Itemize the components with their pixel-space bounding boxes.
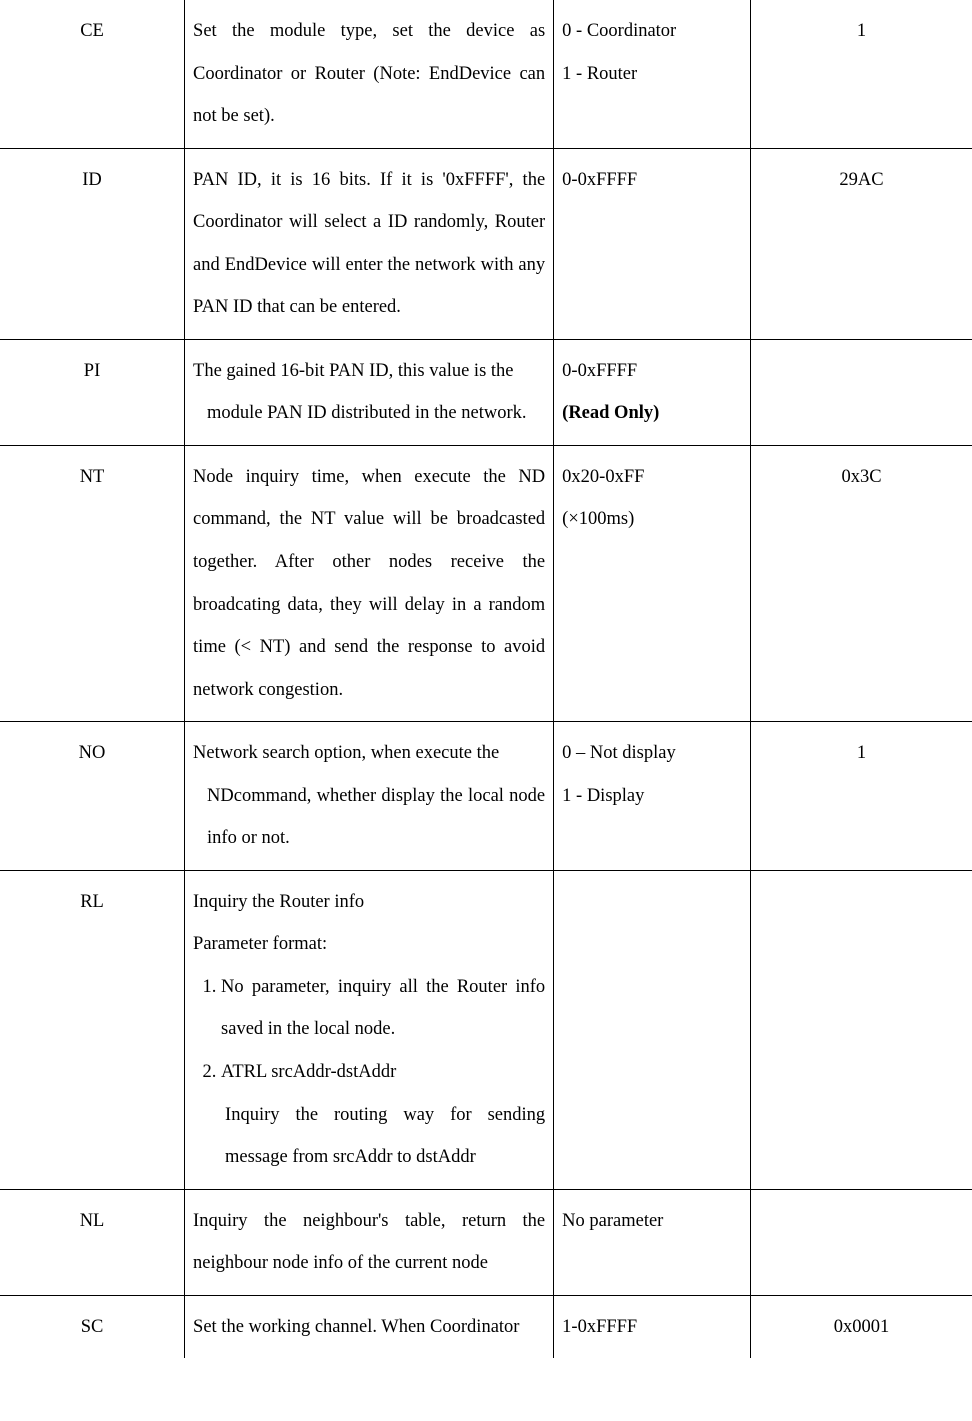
- desc-cell: Node inquiry time, when execute the ND c…: [185, 445, 554, 721]
- desc-cell: Inquiry the Router info Parameter format…: [185, 870, 554, 1189]
- default-cell: 1: [751, 0, 972, 148]
- desc-cell: Inquiry the neighbour's table, return th…: [185, 1189, 554, 1295]
- default-cell: [751, 870, 972, 1189]
- table-row: ID PAN ID, it is 16 bits. If it is '0xFF…: [0, 148, 972, 339]
- table-row: SC Set the working channel. When Coordin…: [0, 1295, 972, 1358]
- table-row: RL Inquiry the Router info Parameter for…: [0, 870, 972, 1189]
- desc-text: Network search option, when execute the: [193, 743, 499, 763]
- cmd-cell: PI: [0, 339, 185, 445]
- cmd-cell: NT: [0, 445, 185, 721]
- rl-item-text: No parameter, inquiry all the Router inf…: [221, 977, 545, 1040]
- range-cell: No parameter: [554, 1189, 751, 1295]
- table-row: PI The gained 16-bit PAN ID, this value …: [0, 339, 972, 445]
- range-cell: 0x20-0xFF (×100ms): [554, 445, 751, 721]
- range-line: 0x20-0xFF: [562, 467, 644, 487]
- desc-text: module PAN ID distributed in the network…: [193, 392, 545, 435]
- table-row: NT Node inquiry time, when execute the N…: [0, 445, 972, 721]
- default-cell: [751, 339, 972, 445]
- cmd-cell: ID: [0, 148, 185, 339]
- range-cell: 1-0xFFFF: [554, 1295, 751, 1358]
- cmd-cell: SC: [0, 1295, 185, 1358]
- rl-item-text: ATRL srcAddr-dstAddr: [221, 1062, 396, 1082]
- cmd-cell: NO: [0, 722, 185, 871]
- range-line: (×100ms): [562, 509, 634, 529]
- cmd-cell: NL: [0, 1189, 185, 1295]
- range-cell: [554, 870, 751, 1189]
- default-cell: 1: [751, 722, 972, 871]
- default-cell: 0x0001: [751, 1295, 972, 1358]
- list-item: ATRL srcAddr-dstAddr Inquiry the routing…: [221, 1051, 545, 1179]
- command-table: CE Set the module type, set the device a…: [0, 0, 972, 1358]
- rl-item-text: Inquiry the routing way for sending mess…: [221, 1094, 545, 1179]
- default-cell: 0x3C: [751, 445, 972, 721]
- default-cell: [751, 1189, 972, 1295]
- range-cell: 0 - Coordinator 1 - Router: [554, 0, 751, 148]
- range-cell: 0-0xFFFF: [554, 148, 751, 339]
- desc-text: The gained 16-bit PAN ID, this value is …: [193, 361, 513, 381]
- desc-cell: Network search option, when execute the …: [185, 722, 554, 871]
- desc-cell: Set the working channel. When Coordinato…: [185, 1295, 554, 1358]
- table-row: NL Inquiry the neighbour's table, return…: [0, 1189, 972, 1295]
- range-readonly: (Read Only): [562, 403, 659, 423]
- default-cell: 29AC: [751, 148, 972, 339]
- range-cell: 0-0xFFFF (Read Only): [554, 339, 751, 445]
- range-cell: 0 – Not display 1 - Display: [554, 722, 751, 871]
- desc-cell: PAN ID, it is 16 bits. If it is '0xFFFF'…: [185, 148, 554, 339]
- rl-list: No parameter, inquiry all the Router inf…: [193, 966, 545, 1179]
- table-row: CE Set the module type, set the device a…: [0, 0, 972, 148]
- desc-text: NDcommand, whether display the local nod…: [193, 775, 545, 860]
- rl-format: Parameter format:: [193, 923, 545, 966]
- table-row: NO Network search option, when execute t…: [0, 722, 972, 871]
- range-line: 0-0xFFFF: [562, 361, 637, 381]
- range-line: 0 – Not display: [562, 743, 676, 763]
- rl-title: Inquiry the Router info: [193, 881, 545, 924]
- cmd-cell: RL: [0, 870, 185, 1189]
- list-item: No parameter, inquiry all the Router inf…: [221, 966, 545, 1051]
- range-line: 1 - Router: [562, 64, 637, 84]
- range-line: 0 - Coordinator: [562, 21, 676, 41]
- desc-cell: The gained 16-bit PAN ID, this value is …: [185, 339, 554, 445]
- range-line: 1 - Display: [562, 786, 644, 806]
- range-line: 0-0xFFFF: [562, 170, 637, 190]
- desc-cell: Set the module type, set the device as C…: [185, 0, 554, 148]
- cmd-cell: CE: [0, 0, 185, 148]
